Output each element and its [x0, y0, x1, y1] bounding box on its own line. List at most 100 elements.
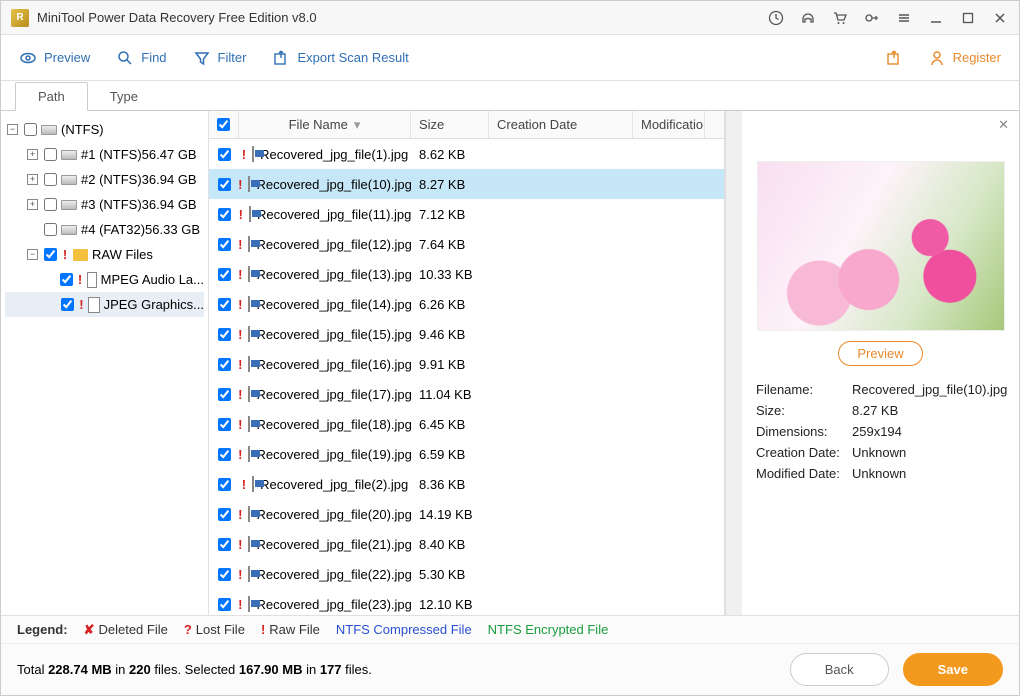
tree-checkbox[interactable]: [44, 148, 57, 161]
table-row[interactable]: !Recovered_jpg_file(1).jpg8.62 KB: [209, 139, 724, 169]
menu-icon[interactable]: [895, 9, 913, 27]
tree-root[interactable]: − (NTFS): [5, 117, 204, 142]
file-size: 8.40 KB: [419, 537, 465, 552]
row-checkbox[interactable]: [218, 418, 231, 431]
meta-value-size: 8.27 KB: [852, 403, 1007, 418]
tree-checkbox[interactable]: [24, 123, 37, 136]
tab-type[interactable]: Type: [88, 83, 160, 110]
close-preview-icon[interactable]: ✕: [998, 117, 1009, 133]
row-checkbox[interactable]: [218, 268, 231, 281]
preview-toolbar-button[interactable]: Preview: [19, 49, 90, 67]
table-row[interactable]: !Recovered_jpg_file(14).jpg6.26 KB: [209, 289, 724, 319]
minimize-button[interactable]: [927, 9, 945, 27]
folder-tree[interactable]: − (NTFS) +#1 (NTFS)56.47 GB +#2 (NTFS)36…: [1, 111, 209, 615]
clock-icon[interactable]: [767, 9, 785, 27]
file-size: 12.10 KB: [419, 597, 473, 612]
tree-partition-4[interactable]: #4 (FAT32)56.33 GB: [5, 217, 204, 242]
find-toolbar-button[interactable]: Find: [116, 49, 166, 67]
tree-partition-3[interactable]: +#3 (NTFS)36.94 GB: [5, 192, 204, 217]
tree-checkbox[interactable]: [44, 223, 57, 236]
table-row[interactable]: !Recovered_jpg_file(18).jpg6.45 KB: [209, 409, 724, 439]
table-row[interactable]: !Recovered_jpg_file(12).jpg7.64 KB: [209, 229, 724, 259]
jpg-icon: [248, 506, 250, 522]
row-checkbox[interactable]: [218, 388, 231, 401]
row-checkbox[interactable]: [218, 448, 231, 461]
select-all-checkbox[interactable]: [217, 118, 230, 131]
file-name: Recovered_jpg_file(16).jpg: [256, 357, 411, 372]
file-list-body[interactable]: !Recovered_jpg_file(1).jpg8.62 KB!Recove…: [209, 139, 724, 615]
table-row[interactable]: !Recovered_jpg_file(17).jpg11.04 KB: [209, 379, 724, 409]
row-checkbox[interactable]: [218, 208, 231, 221]
maximize-button[interactable]: [959, 9, 977, 27]
export-toolbar-button[interactable]: Export Scan Result: [272, 49, 408, 67]
table-row[interactable]: !Recovered_jpg_file(10).jpg8.27 KB: [209, 169, 724, 199]
tree-jpeg[interactable]: !JPEG Graphics...: [5, 292, 204, 317]
tree-checkbox[interactable]: [60, 273, 73, 286]
column-modification[interactable]: Modification: [633, 111, 705, 138]
file-size: 6.45 KB: [419, 417, 465, 432]
table-row[interactable]: !Recovered_jpg_file(20).jpg14.19 KB: [209, 499, 724, 529]
expand-icon[interactable]: +: [27, 199, 38, 210]
row-checkbox[interactable]: [218, 148, 231, 161]
row-checkbox[interactable]: [218, 568, 231, 581]
row-checkbox[interactable]: [218, 508, 231, 521]
row-checkbox[interactable]: [218, 478, 231, 491]
jpg-icon: [252, 476, 254, 492]
cart-icon[interactable]: [831, 9, 849, 27]
expand-icon[interactable]: +: [27, 174, 38, 185]
collapse-icon[interactable]: −: [27, 249, 38, 260]
column-creation-date[interactable]: Creation Date: [489, 111, 633, 138]
raw-marker-icon: !: [239, 537, 242, 552]
table-row[interactable]: !Recovered_jpg_file(23).jpg12.10 KB: [209, 589, 724, 615]
row-checkbox[interactable]: [218, 178, 231, 191]
table-row[interactable]: !Recovered_jpg_file(2).jpg8.36 KB: [209, 469, 724, 499]
tree-partition-1[interactable]: +#1 (NTFS)56.47 GB: [5, 142, 204, 167]
table-row[interactable]: !Recovered_jpg_file(13).jpg10.33 KB: [209, 259, 724, 289]
back-button[interactable]: Back: [790, 653, 889, 686]
row-checkbox[interactable]: [218, 538, 231, 551]
tree-mpeg[interactable]: !MPEG Audio La...: [5, 267, 204, 292]
collapse-icon[interactable]: −: [7, 124, 18, 135]
column-filename[interactable]: File Name▾: [239, 111, 411, 138]
row-checkbox[interactable]: [218, 328, 231, 341]
row-checkbox[interactable]: [218, 238, 231, 251]
tree-partition-2[interactable]: +#2 (NTFS)36.94 GB: [5, 167, 204, 192]
table-row[interactable]: !Recovered_jpg_file(11).jpg7.12 KB: [209, 199, 724, 229]
status-bar: Total 228.74 MB in 220 files. Selected 1…: [1, 643, 1019, 695]
raw-marker-icon: !: [78, 297, 84, 312]
headset-icon[interactable]: [799, 9, 817, 27]
file-name: Recovered_jpg_file(2).jpg: [260, 477, 408, 492]
row-checkbox[interactable]: [218, 358, 231, 371]
preview-button[interactable]: Preview: [838, 341, 922, 366]
tree-checkbox[interactable]: [44, 198, 57, 211]
tree-checkbox[interactable]: [44, 173, 57, 186]
find-label: Find: [141, 50, 166, 65]
column-size[interactable]: Size: [411, 111, 489, 138]
register-button[interactable]: Register: [929, 49, 1001, 67]
tab-path[interactable]: Path: [15, 82, 88, 111]
save-button[interactable]: Save: [903, 653, 1003, 686]
tree-checkbox[interactable]: [44, 248, 57, 261]
register-label: Register: [953, 50, 1001, 65]
row-checkbox[interactable]: [218, 298, 231, 311]
table-row[interactable]: !Recovered_jpg_file(16).jpg9.91 KB: [209, 349, 724, 379]
export-icon-right[interactable]: [885, 49, 903, 67]
jpg-icon: [248, 446, 250, 462]
table-row[interactable]: !Recovered_jpg_file(22).jpg5.30 KB: [209, 559, 724, 589]
table-row[interactable]: !Recovered_jpg_file(15).jpg9.46 KB: [209, 319, 724, 349]
tree-checkbox[interactable]: [61, 298, 74, 311]
key-icon[interactable]: [863, 9, 881, 27]
meta-label-dimensions: Dimensions:: [756, 424, 852, 439]
scrollbar[interactable]: [725, 111, 742, 615]
tree-raw-files[interactable]: −!RAW Files: [5, 242, 204, 267]
close-button[interactable]: [991, 9, 1009, 27]
table-row[interactable]: !Recovered_jpg_file(21).jpg8.40 KB: [209, 529, 724, 559]
filter-toolbar-button[interactable]: Filter: [193, 49, 247, 67]
meta-label-filename: Filename:: [756, 382, 852, 397]
raw-marker-icon: !: [239, 357, 242, 372]
jpg-icon: [248, 596, 250, 612]
row-checkbox[interactable]: [218, 598, 231, 611]
table-row[interactable]: !Recovered_jpg_file(19).jpg6.59 KB: [209, 439, 724, 469]
expand-icon[interactable]: +: [27, 149, 38, 160]
jpg-icon: [248, 536, 250, 552]
